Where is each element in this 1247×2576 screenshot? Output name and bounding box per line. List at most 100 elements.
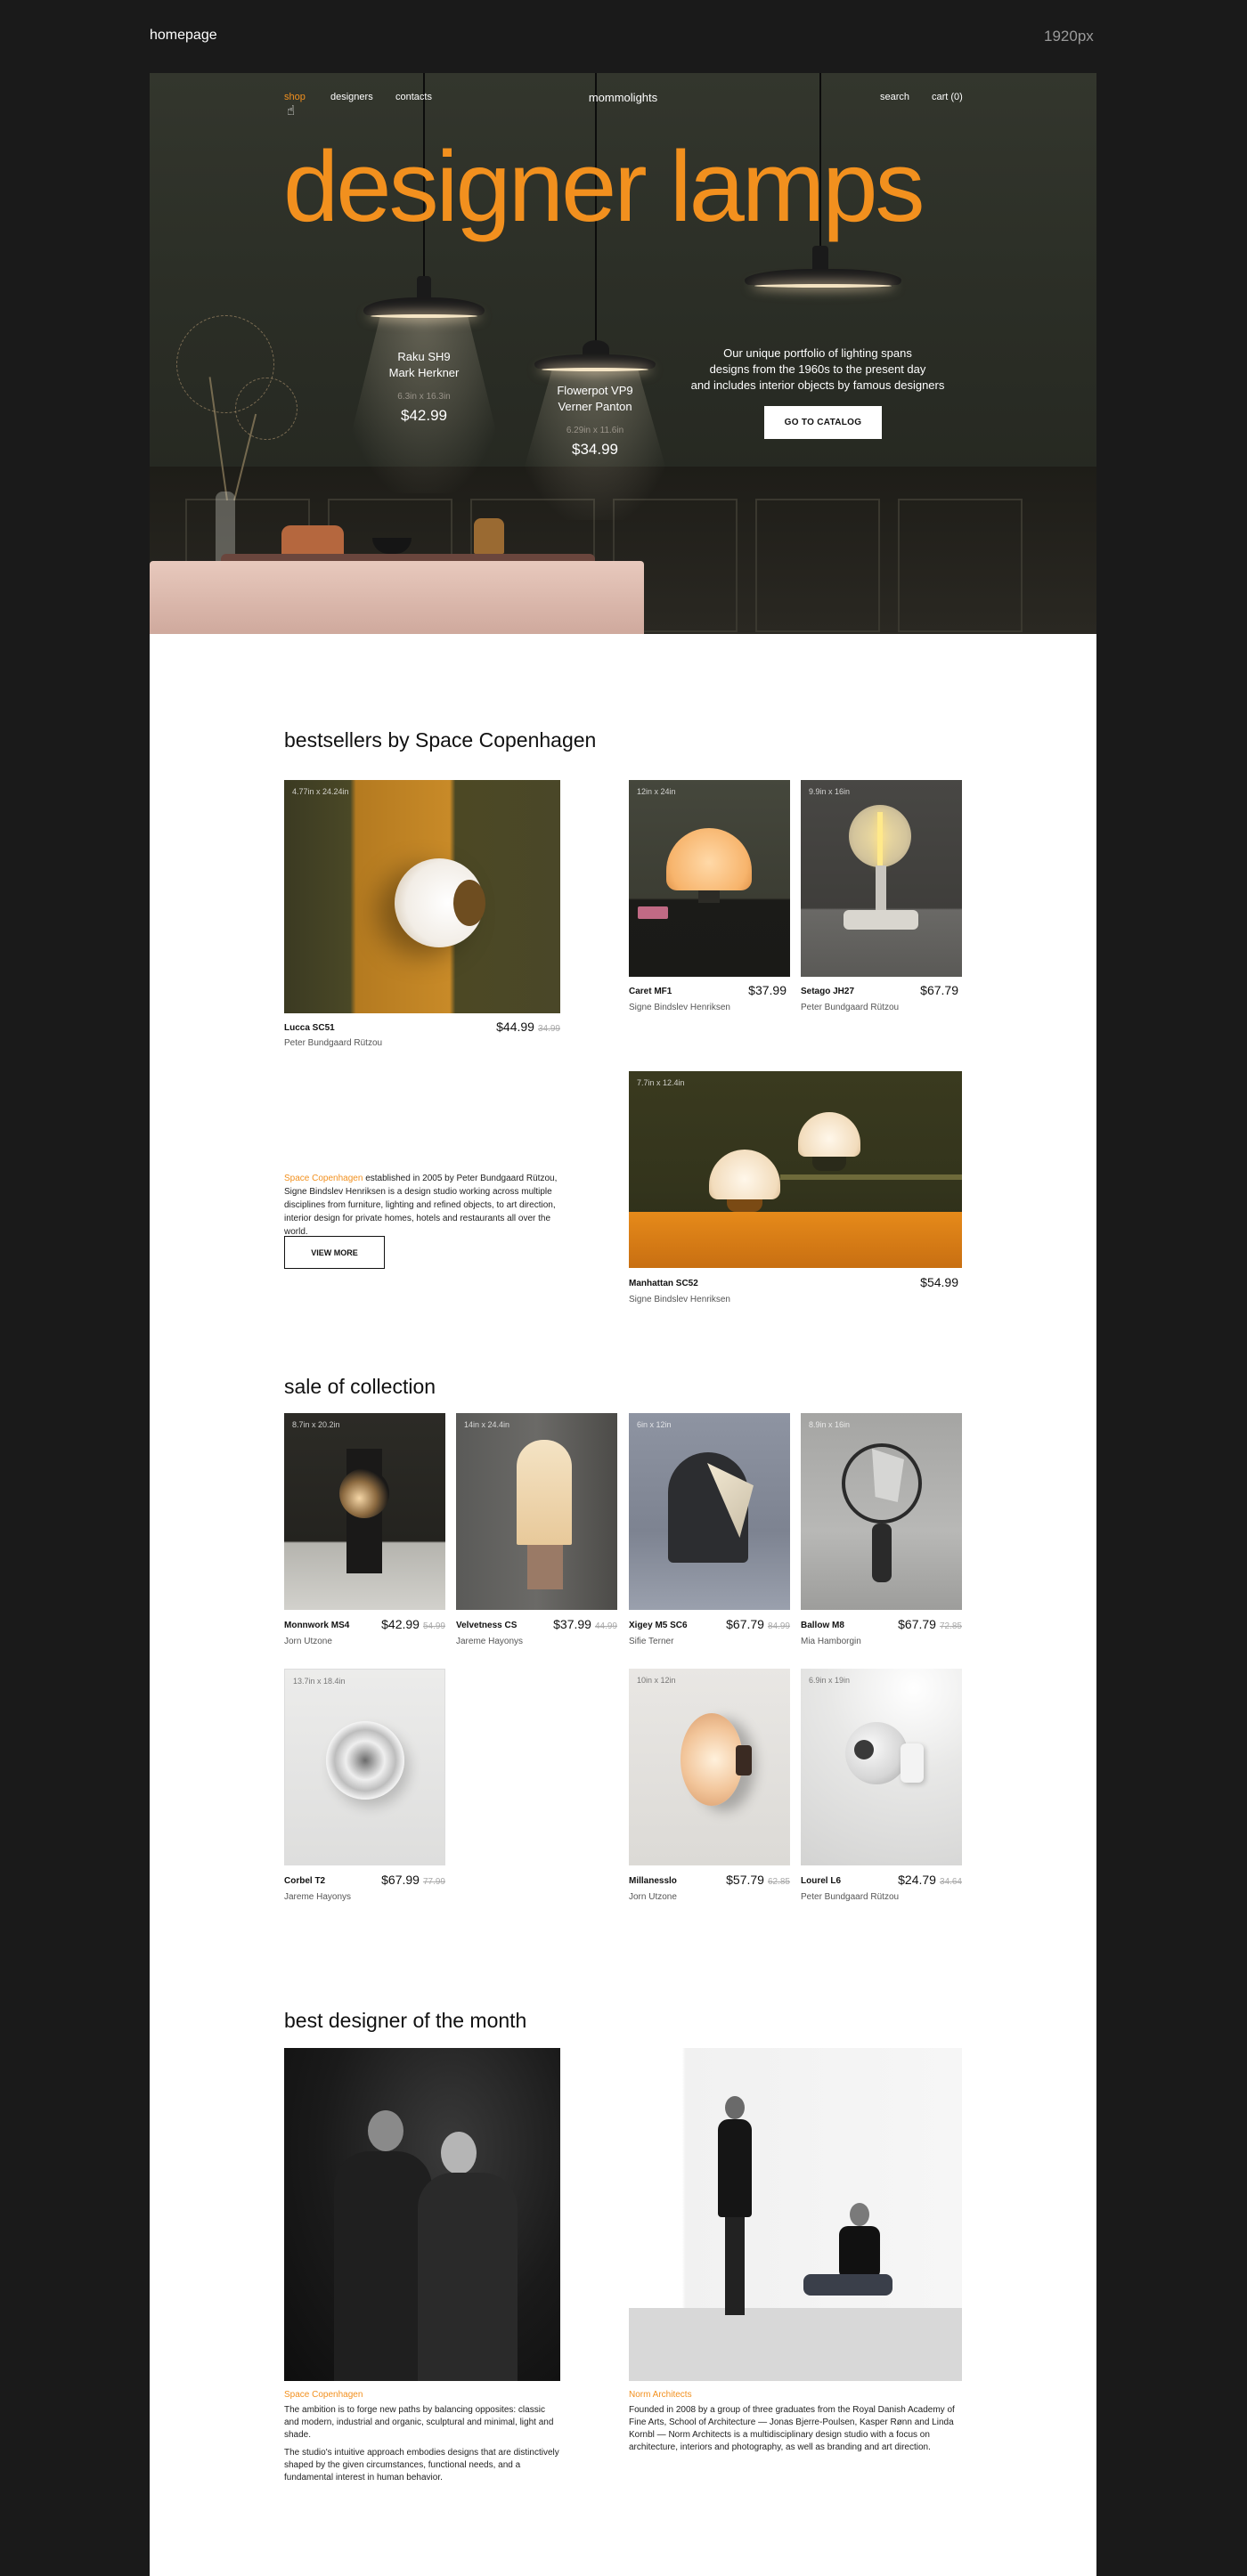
product-name[interactable]: Caret MF1: [629, 987, 672, 996]
product-name[interactable]: Manhattan SC52: [629, 1279, 698, 1288]
lamp-shape: [854, 1740, 874, 1759]
nav-cart[interactable]: cart (0): [932, 92, 963, 102]
shelf-shape: [780, 1174, 962, 1180]
view-more-button[interactable]: VIEW MORE: [284, 1236, 385, 1269]
lamp-shape: [698, 890, 720, 903]
product-name[interactable]: Corbel T2: [284, 1876, 325, 1886]
product-price: $37.99 44.99: [519, 1617, 617, 1631]
product-name[interactable]: Velvetness CS: [456, 1621, 517, 1630]
product-image-corbel[interactable]: 13.7in x 18.4in: [284, 1669, 445, 1865]
product-designer[interactable]: Jareme Hayonys: [456, 1637, 523, 1646]
product-dimensions: 8.9in x 16in: [809, 1420, 851, 1429]
lamp-shape: [872, 1524, 892, 1582]
product-price: $67.99 77.99: [347, 1873, 445, 1887]
person-shape: [418, 2173, 518, 2381]
lamp-shape: [901, 1743, 924, 1783]
person-shape: [803, 2274, 892, 2296]
product-dimensions: 13.7in x 18.4in: [293, 1677, 346, 1686]
bestsellers-title: bestsellers by Space Copenhagen: [284, 728, 597, 752]
designers-title: best designer of the month: [284, 2009, 527, 2032]
product-name[interactable]: Monnwork MS4: [284, 1621, 349, 1630]
product-designer[interactable]: Peter Bundgaard Rützou: [801, 1892, 899, 1902]
dried-flower-head: [235, 378, 297, 440]
product-name[interactable]: Lucca SC51: [284, 1023, 335, 1033]
product-image-lourel[interactable]: 6.9in x 19in: [801, 1669, 962, 1865]
product-image-velvetness[interactable]: 14in x 24.4in: [456, 1413, 617, 1610]
lamp-tag-flowerpot[interactable]: Flowerpot VP9 Verner Panton 6.29in x 11.…: [533, 383, 657, 459]
product-name[interactable]: Xigey M5 SC6: [629, 1621, 688, 1630]
price-current: $67.79: [726, 1617, 764, 1631]
product-name[interactable]: Lourel L6: [801, 1876, 841, 1886]
product-designer[interactable]: Peter Bundgaard Rützou: [284, 1038, 382, 1048]
product-designer[interactable]: Jorn Utzone: [629, 1892, 677, 1902]
product-image-xigey[interactable]: 6in x 12in: [629, 1413, 790, 1610]
hero-description: Our unique portfolio of lighting spans d…: [684, 345, 951, 394]
hero-title: designer lamps: [283, 131, 925, 242]
brand-link[interactable]: Space Copenhagen: [284, 1174, 363, 1183]
person-shape: [850, 2203, 869, 2226]
product-image-lucca[interactable]: 4.77in x 24.24in: [284, 780, 560, 1013]
wall-panel: [898, 499, 1023, 632]
product-image-millanesslo[interactable]: 10in x 12in: [629, 1669, 790, 1865]
product-price: $57.79 62.85: [692, 1873, 790, 1887]
pendant-lamp-raku: [363, 297, 485, 318]
designer-name-space-copenhagen[interactable]: Space Copenhagen: [284, 2390, 363, 2400]
lamp-shape: [326, 1721, 404, 1800]
price-current: $67.79: [898, 1617, 936, 1631]
lamp-shape: [339, 1468, 389, 1518]
lamp-price: $34.99: [572, 441, 618, 458]
product-designer[interactable]: Jareme Hayonys: [284, 1892, 351, 1902]
hero-banner: shop ☝ designers contacts mommolights se…: [150, 73, 1096, 634]
brand-name[interactable]: mommolights: [589, 91, 657, 104]
product-designer[interactable]: Jorn Utzone: [284, 1637, 332, 1646]
price-old: 34.64: [939, 1877, 962, 1887]
product-designer[interactable]: Mia Hamborgin: [801, 1637, 861, 1646]
designer-text-norm-architects: Founded in 2008 by a group of three grad…: [629, 2404, 962, 2454]
product-price: $54.99: [856, 1275, 962, 1289]
product-designer[interactable]: Peter Bundgaard Rützou: [801, 1003, 899, 1012]
product-name[interactable]: Millanesslo: [629, 1876, 677, 1886]
price-current: $44.99: [496, 1020, 534, 1034]
price-old: 44.99: [594, 1621, 617, 1631]
product-name[interactable]: Ballow M8: [801, 1621, 844, 1630]
product-dimensions: 12in x 24in: [637, 787, 676, 796]
price-old: 77.99: [422, 1877, 445, 1887]
product-image-manhattan[interactable]: 7.7in x 12.4in: [629, 1071, 962, 1268]
product-dimensions: 14in x 24.4in: [464, 1420, 510, 1429]
designer-paragraph: The ambition is to forge new paths by ba…: [284, 2405, 554, 2440]
product-dimensions: 6.9in x 19in: [809, 1676, 851, 1685]
price-old: 72.85: [939, 1621, 962, 1631]
product-designer[interactable]: Signe Bindslev Henriksen: [629, 1295, 730, 1304]
price-old: 54.99: [422, 1621, 445, 1631]
lamp-size: 6.29in x 11.6in: [566, 426, 624, 435]
lamp-shape: [877, 812, 883, 865]
product-image-setago[interactable]: 9.9in x 16in: [801, 780, 962, 977]
sale-title: sale of collection: [284, 1375, 436, 1398]
lamp-price: $42.99: [401, 407, 447, 424]
product-designer[interactable]: Signe Bindslev Henriksen: [629, 1003, 730, 1012]
go-to-catalog-button[interactable]: GO TO CATALOG: [764, 406, 882, 439]
floor-shape: [629, 2308, 962, 2381]
price-old: 34.99: [537, 1024, 560, 1034]
price-current: $37.99: [553, 1617, 591, 1631]
hero-copy-line: and includes interior objects by famous …: [690, 378, 945, 392]
product-dimensions: 6in x 12in: [637, 1420, 672, 1429]
product-image-caret[interactable]: 12in x 24in: [629, 780, 790, 977]
price-current: $54.99: [920, 1275, 958, 1289]
product-image-ballow[interactable]: 8.9in x 16in: [801, 1413, 962, 1610]
lamp-shape: [876, 865, 886, 910]
price-current: $42.99: [381, 1617, 420, 1631]
person-shape: [441, 2132, 477, 2174]
product-name[interactable]: Setago JH27: [801, 987, 854, 996]
page-label: homepage: [150, 28, 217, 43]
person-shape: [725, 2217, 745, 2315]
product-image-monnwork[interactable]: 8.7in x 20.2in: [284, 1413, 445, 1610]
product-price: $67.79 84.99: [692, 1617, 790, 1631]
designer-name-norm-architects[interactable]: Norm Architects: [629, 2390, 692, 2400]
nav-search[interactable]: search: [880, 92, 909, 102]
person-shape: [839, 2226, 880, 2279]
lamp-tag-raku[interactable]: Raku SH9 Mark Herkner 6.3in x 16.3in $42…: [362, 349, 486, 425]
lamp-shape: [798, 1112, 860, 1157]
product-designer[interactable]: Sifie Terner: [629, 1637, 673, 1646]
photo-space-copenhagen: [284, 2048, 560, 2381]
